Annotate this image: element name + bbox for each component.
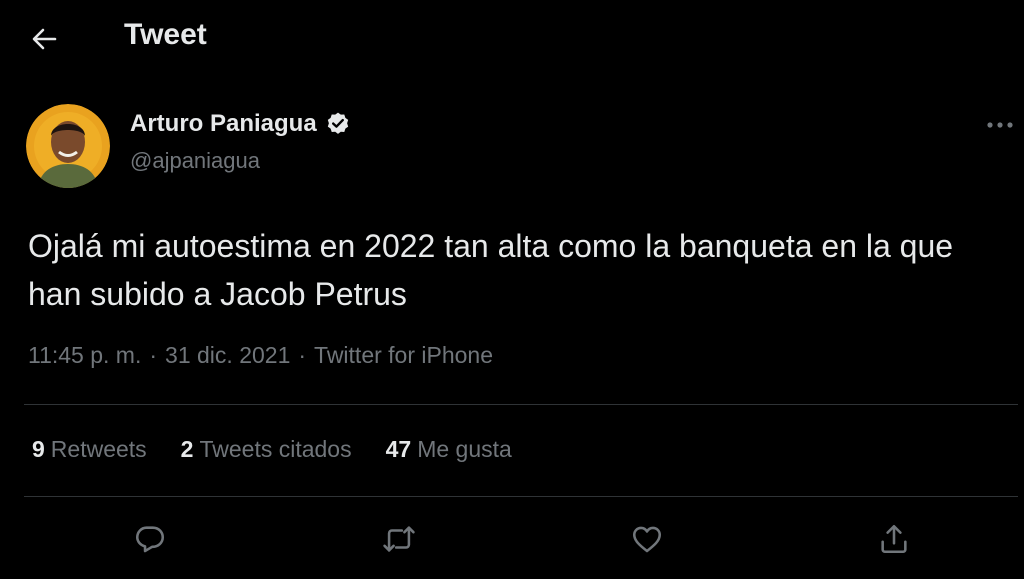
meta-separator: · xyxy=(149,342,158,368)
action-bar xyxy=(0,516,1024,562)
avatar-image xyxy=(26,104,110,188)
heart-icon xyxy=(632,526,662,553)
like-button[interactable] xyxy=(624,516,670,562)
divider xyxy=(24,496,1018,497)
stat-label: Me gusta xyxy=(417,436,512,462)
retweet-button[interactable] xyxy=(376,516,422,562)
more-icon xyxy=(987,122,1013,128)
avatar[interactable] xyxy=(26,104,110,188)
share-icon xyxy=(881,524,907,554)
stat-count: 2 xyxy=(180,436,194,462)
share-button[interactable] xyxy=(871,516,917,562)
stat-label: Retweets xyxy=(50,436,147,462)
divider xyxy=(24,404,1018,405)
author-name-link[interactable]: Arturo Paniagua xyxy=(130,110,351,138)
tweet-date[interactable]: 31 dic. 2021 xyxy=(165,342,290,369)
tweet-source[interactable]: Twitter for iPhone xyxy=(314,342,493,369)
stat-label: Tweets citados xyxy=(199,436,352,462)
arrow-left-icon xyxy=(32,28,57,50)
tweet-meta: 11:45 p. m. · 31 dic. 2021 · Twitter for… xyxy=(28,342,493,369)
retweet-icon xyxy=(383,526,415,552)
reply-icon xyxy=(135,526,165,553)
retweets-stat[interactable]: 9 Retweets xyxy=(32,436,147,463)
header: Tweet xyxy=(0,0,1024,76)
author-name: Arturo Paniagua xyxy=(130,110,317,137)
author-handle[interactable]: @ajpaniagua xyxy=(130,148,260,174)
tweet-text: Ojalá mi autoestima en 2022 tan alta com… xyxy=(28,228,954,312)
tweet-stats: 9 Retweets 2 Tweets citados 47 Me gusta xyxy=(32,436,546,463)
tweet-time[interactable]: 11:45 p. m. xyxy=(28,342,141,369)
stat-count: 47 xyxy=(385,436,412,462)
stat-count: 9 xyxy=(32,436,45,462)
more-options-button[interactable] xyxy=(980,110,1020,140)
page-title: Tweet xyxy=(124,18,207,51)
back-button[interactable] xyxy=(24,20,64,58)
meta-separator: · xyxy=(298,342,307,368)
reply-button[interactable] xyxy=(127,516,173,562)
likes-stat[interactable]: 47 Me gusta xyxy=(386,436,512,463)
verified-badge-icon xyxy=(327,112,348,134)
quote-tweets-stat[interactable]: 2 Tweets citados xyxy=(181,436,352,463)
